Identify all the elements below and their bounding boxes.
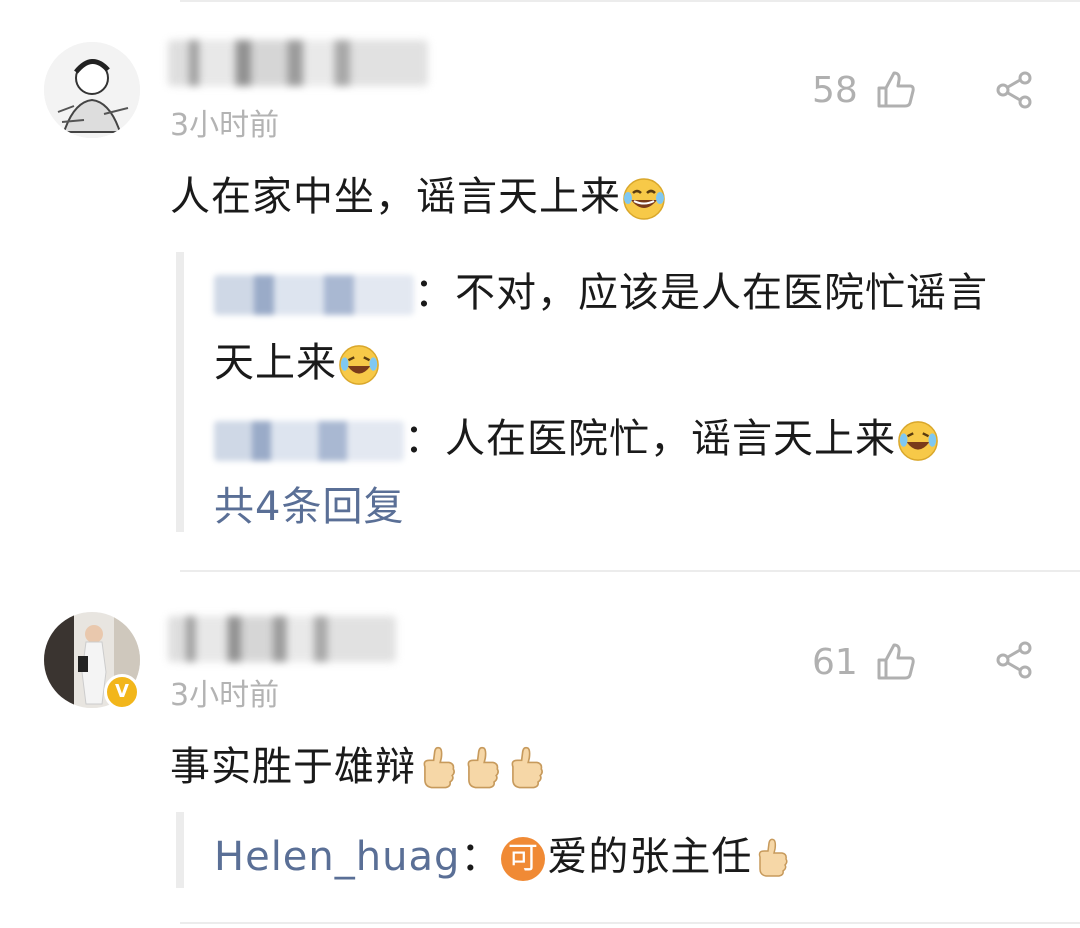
laughing-tears-emoji [623, 178, 665, 220]
ke-badge: 可 [501, 837, 546, 881]
thumbs-up-emoji [423, 746, 455, 789]
reply-box: Helen_huag：可爱的张主任 [176, 812, 1064, 888]
reply-username-redacted[interactable] [214, 421, 404, 461]
laughing-tears-emoji [898, 421, 938, 461]
reply-username-redacted[interactable] [214, 275, 414, 315]
avatar-image [44, 42, 140, 138]
comment-text: 事实胜于雄辩 [170, 734, 548, 793]
like-icon[interactable] [874, 68, 918, 112]
like-icon[interactable] [874, 640, 918, 684]
verified-badge: V [104, 674, 140, 710]
share-icon[interactable] [994, 640, 1034, 680]
share-icon[interactable] [994, 70, 1034, 110]
thumbs-up-emoji [467, 746, 499, 789]
comment-item: 3小时前 58 人在家中坐，谣言天上来 ：不对，应该是人在医院忙谣言 天上来 ：… [0, 0, 1080, 570]
username-redacted[interactable] [168, 616, 396, 662]
more-replies-link[interactable]: 共4条回复 [214, 474, 404, 532]
reply-item[interactable]: Helen_huag：可爱的张主任 [214, 824, 792, 882]
reply-text: 天上来 [214, 340, 337, 386]
reply-item[interactable]: ：不对，应该是人在医院忙谣言 [214, 260, 988, 318]
comment-text-body: 人在家中坐，谣言天上来 [170, 174, 621, 220]
divider [180, 922, 1080, 924]
thumbs-up-emoji [511, 746, 543, 789]
like-count: 61 [812, 642, 858, 683]
comment-time: 3小时前 [170, 108, 280, 143]
reply-box: ：不对，应该是人在医院忙谣言 天上来 ：人在医院忙，谣言天上来 共4条回复 [176, 252, 1064, 532]
comment-text: 人在家中坐，谣言天上来 [170, 164, 667, 222]
reply-text: 爱的张主任 [547, 834, 753, 880]
comment-item: V 3小时前 61 事实胜于雄辩 Helen_huag：可爱的张主任 [0, 572, 1080, 928]
reply-item[interactable]: ：人在医院忙，谣言天上来 [214, 406, 940, 464]
laughing-tears-emoji [339, 345, 379, 385]
like-count: 58 [812, 70, 858, 111]
comment-text-body: 事实胜于雄辩 [170, 744, 416, 790]
comment-time: 3小时前 [170, 678, 280, 713]
username-redacted[interactable] [168, 40, 428, 86]
thumbs-up-emoji [759, 838, 788, 877]
reply-separator: ： [460, 834, 502, 880]
reply-text: ：人在医院忙，谣言天上来 [404, 416, 896, 462]
reply-item-continued: 天上来 [214, 330, 381, 388]
reply-username[interactable]: Helen_huag [214, 834, 460, 880]
comment-list: 3小时前 58 人在家中坐，谣言天上来 ：不对，应该是人在医院忙谣言 天上来 ：… [0, 0, 1080, 928]
avatar[interactable] [44, 42, 140, 138]
reply-text: ：不对，应该是人在医院忙谣言 [414, 270, 988, 316]
